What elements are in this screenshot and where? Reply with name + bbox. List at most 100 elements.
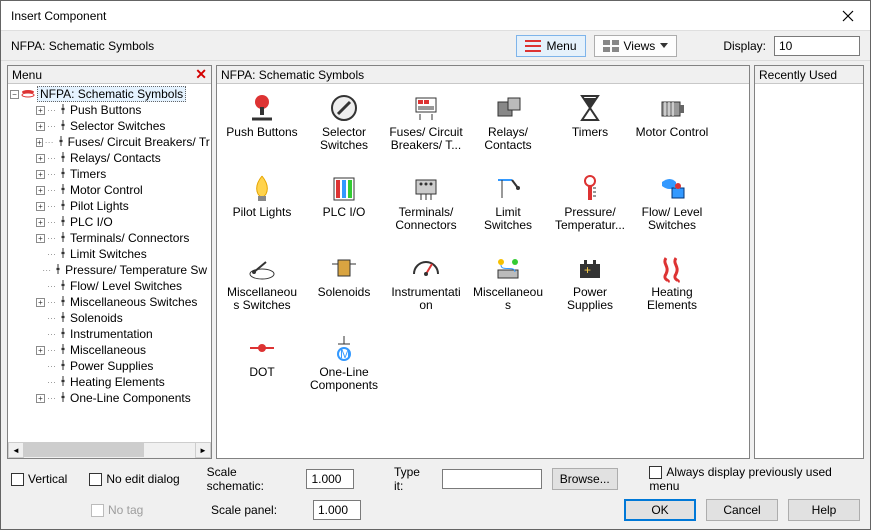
menu-icon [525, 40, 541, 52]
tree-item[interactable]: +⋯Selector Switches [36, 118, 211, 134]
node-icon [58, 279, 68, 293]
ok-button[interactable]: OK [624, 499, 696, 521]
vertical-checkbox[interactable]: Vertical [11, 472, 79, 486]
symbol-tile[interactable]: Selector Switches [305, 90, 383, 166]
tree-collapse-icon[interactable]: − [10, 90, 19, 99]
tree-item[interactable]: +⋯Relays/ Contacts [36, 150, 211, 166]
tree-item[interactable]: ⋯Flow/ Level Switches [36, 278, 211, 294]
symbol-tile-label: Flow/ Level Switches [634, 206, 710, 232]
symbol-tile[interactable]: Timers [551, 90, 629, 166]
tree-expand-icon[interactable]: + [36, 218, 45, 227]
tree-item[interactable]: +⋯Fuses/ Circuit Breakers/ Tr [36, 134, 211, 150]
close-button[interactable] [825, 1, 870, 31]
node-icon [58, 103, 68, 117]
footer: Vertical No edit dialog Scale schematic:… [1, 461, 870, 529]
symbol-tile[interactable]: Pressure/ Temperatur... [551, 170, 629, 246]
tree-item[interactable]: +⋯Miscellaneous Switches [36, 294, 211, 310]
tree-item[interactable]: +⋯Push Buttons [36, 102, 211, 118]
symbol-tile-label: PLC I/O [323, 206, 366, 219]
body: Menu ✕ − NFPA: Schematic Symbols +⋯Push … [1, 61, 870, 461]
node-icon [58, 231, 68, 245]
node-icon [58, 247, 68, 261]
cancel-button[interactable]: Cancel [706, 499, 778, 521]
push-button-icon [246, 92, 278, 124]
help-button[interactable]: Help [788, 499, 860, 521]
browse-button[interactable]: Browse... [552, 468, 618, 490]
chevron-down-icon [660, 43, 668, 48]
plc-icon [328, 172, 360, 204]
scroll-left-icon[interactable]: ◄ [8, 442, 24, 458]
tree-item[interactable]: +⋯Terminals/ Connectors [36, 230, 211, 246]
tree-hscrollbar[interactable]: ◄ ► [8, 442, 211, 458]
tree-expand-icon[interactable]: + [36, 394, 45, 403]
tree-expand-icon[interactable]: + [36, 234, 45, 243]
scale-panel-input[interactable] [313, 500, 361, 520]
node-icon [58, 375, 68, 389]
symbol-tile[interactable]: Pilot Lights [223, 170, 301, 246]
titlebar: Insert Component [1, 1, 870, 31]
tree-item-label: Limit Switches [70, 247, 147, 261]
symbol-tile[interactable]: Terminals/ Connectors [387, 170, 465, 246]
tree-expand-icon[interactable]: + [36, 186, 45, 195]
display-input[interactable] [774, 36, 860, 56]
tree-item[interactable]: ⋯Limit Switches [36, 246, 211, 262]
tree-item[interactable]: ⋯Heating Elements [36, 374, 211, 390]
tree-item[interactable]: ⋯Power Supplies [36, 358, 211, 374]
symbol-tile[interactable]: Solenoids [305, 250, 383, 326]
tree-item[interactable]: +⋯Pilot Lights [36, 198, 211, 214]
symbol-tile[interactable]: Motor Control [633, 90, 711, 166]
symbol-tile[interactable]: Heating Elements [633, 250, 711, 326]
symbol-tile-label: Motor Control [636, 126, 709, 139]
tree-item[interactable]: ⋯Instrumentation [36, 326, 211, 342]
symbol-tile[interactable]: Push Buttons [223, 90, 301, 166]
symbol-tile[interactable]: Relays/ Contacts [469, 90, 547, 166]
tree-item[interactable]: +⋯One-Line Components [36, 390, 211, 406]
tree-expand-icon[interactable]: + [36, 106, 45, 115]
symbol-tile[interactable]: +Power Supplies [551, 250, 629, 326]
tree-item[interactable]: ⋯Pressure/ Temperature Sw [36, 262, 211, 278]
tree-expand-icon[interactable]: + [36, 346, 45, 355]
views-icon [603, 40, 619, 52]
symbol-tile[interactable]: Miscellaneous Switches [223, 250, 301, 326]
tree-expand-icon[interactable]: + [36, 170, 45, 179]
symbol-tile[interactable]: MOne-Line Components [305, 330, 383, 406]
always-display-checkbox[interactable]: Always display previously used menu [649, 465, 860, 493]
tree-root[interactable]: − NFPA: Schematic Symbols [10, 86, 211, 102]
symbol-tile[interactable]: Fuses/ Circuit Breakers/ T... [387, 90, 465, 166]
tree-item-label: Push Buttons [70, 103, 141, 117]
tree-expand-icon[interactable]: + [36, 202, 45, 211]
type-it-input[interactable] [442, 469, 542, 489]
symbol-tile[interactable]: DOT [223, 330, 301, 406]
symbol-tile[interactable]: Flow/ Level Switches [633, 170, 711, 246]
no-edit-checkbox[interactable]: No edit dialog [89, 472, 196, 486]
tree-item[interactable]: ⋯Solenoids [36, 310, 211, 326]
close-icon [842, 10, 854, 22]
tree-item[interactable]: +⋯Timers [36, 166, 211, 182]
views-button[interactable]: Views [594, 35, 678, 57]
tree-item[interactable]: +⋯Miscellaneous [36, 342, 211, 358]
tree-item[interactable]: +⋯PLC I/O [36, 214, 211, 230]
flow-icon [656, 172, 688, 204]
scroll-thumb[interactable] [24, 443, 144, 457]
menu-tree[interactable]: − NFPA: Schematic Symbols +⋯Push Buttons… [8, 84, 211, 442]
symbol-tile[interactable]: Limit Switches [469, 170, 547, 246]
scroll-right-icon[interactable]: ► [195, 442, 211, 458]
tree-root-label: NFPA: Schematic Symbols [37, 86, 186, 102]
tree-expand-icon[interactable]: + [36, 122, 45, 131]
symbol-tile[interactable]: PLC I/O [305, 170, 383, 246]
instr-icon [410, 252, 442, 284]
tree-expand-icon[interactable]: + [36, 154, 45, 163]
symbol-tile[interactable]: Miscellaneous [469, 250, 547, 326]
symbol-tile-label: Solenoids [318, 286, 371, 299]
tree-expand-icon[interactable]: + [36, 138, 43, 147]
menu-tree-panel: Menu ✕ − NFPA: Schematic Symbols +⋯Push … [7, 65, 212, 459]
fuse-icon [410, 92, 442, 124]
timer-icon [574, 92, 606, 124]
menu-button[interactable]: Menu [516, 35, 585, 57]
tree-expand-icon[interactable]: + [36, 298, 45, 307]
tree-item[interactable]: +⋯Motor Control [36, 182, 211, 198]
scale-schematic-input[interactable] [306, 469, 354, 489]
panel-close-icon[interactable]: ✕ [195, 66, 207, 83]
symbol-tile[interactable]: Instrumentation [387, 250, 465, 326]
tree-item-label: Selector Switches [70, 119, 165, 133]
